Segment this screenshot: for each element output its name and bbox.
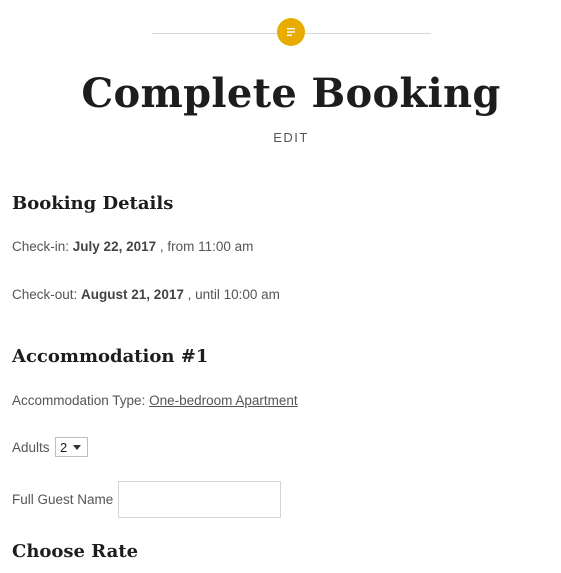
adults-select[interactable]: 2 xyxy=(55,437,88,457)
adults-select-value: 2 xyxy=(60,439,68,455)
booking-details-heading: Booking Details xyxy=(12,193,174,214)
checkout-time: , until 10:00 am xyxy=(187,287,280,302)
guest-name-input[interactable] xyxy=(118,481,281,518)
checkout-date: August 21, 2017 xyxy=(81,287,184,302)
choose-rate-heading: Choose Rate xyxy=(12,541,139,562)
accommodation-heading: Accommodation #1 xyxy=(12,346,209,367)
adults-label: Adults xyxy=(12,440,50,455)
guest-name-label: Full Guest Name xyxy=(12,492,114,507)
divider-line-left xyxy=(152,33,277,34)
checkin-date: July 22, 2017 xyxy=(72,239,157,254)
checkin-label: Check-in: xyxy=(12,239,70,254)
edit-link[interactable]: EDIT xyxy=(0,130,561,146)
checkout-label: Check-out: xyxy=(12,287,78,302)
checkin-time: , from 11:00 am xyxy=(159,239,254,254)
standard-post-icon xyxy=(277,18,305,46)
accommodation-type-link[interactable]: One-bedroom Apartment xyxy=(149,393,298,408)
accommodation-type-label: Accommodation Type: xyxy=(12,393,146,408)
page-title: Complete Booking xyxy=(81,70,501,117)
divider-line-right xyxy=(305,33,431,34)
checkout-line: Check-out: August 21, 2017 , until 10:00… xyxy=(12,286,280,304)
checkin-line: Check-in: July 22, 2017 , from 11:00 am xyxy=(12,238,253,256)
accommodation-type-line: Accommodation Type: One-bedroom Apartmen… xyxy=(12,392,298,410)
chevron-down-icon xyxy=(73,444,82,450)
lines-icon xyxy=(287,28,295,36)
